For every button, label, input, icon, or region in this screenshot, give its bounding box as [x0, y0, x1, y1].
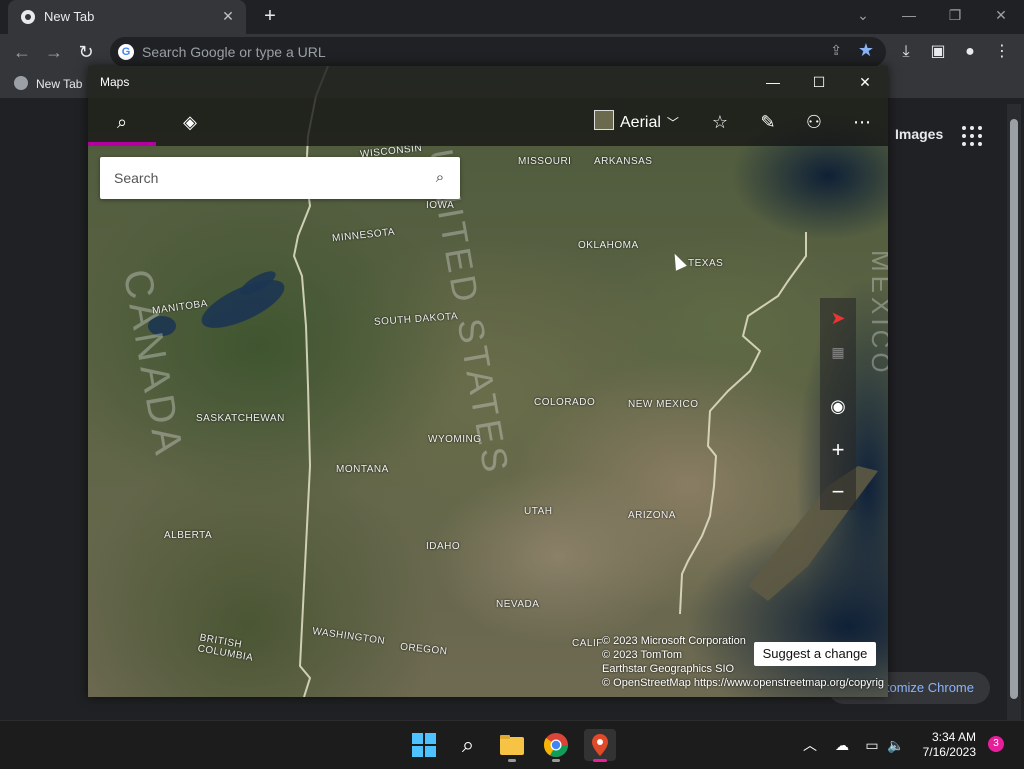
- maps-icon: [592, 734, 608, 756]
- running-indicator: [508, 759, 516, 762]
- zoom-in-icon[interactable]: +: [820, 432, 856, 468]
- suggest-change-button[interactable]: Suggest a change: [754, 642, 876, 666]
- region-label: ARKANSAS: [594, 156, 653, 167]
- map-style-label: Aerial: [620, 114, 661, 131]
- region-label: NEW MEXICO: [628, 399, 699, 410]
- copyright-line: © OpenStreetMap https://www.openstreetma…: [602, 677, 885, 689]
- tab-search-icon[interactable]: ⌄: [848, 4, 878, 26]
- start-button[interactable]: [408, 729, 440, 761]
- zoom-out-icon[interactable]: −: [820, 474, 856, 510]
- close-icon[interactable]: ✕: [850, 72, 880, 92]
- clock-date: 7/16/2023: [922, 745, 976, 759]
- region-label: WYOMING: [428, 434, 482, 445]
- folder-icon: [500, 735, 524, 755]
- sidepanel-icon[interactable]: ▣: [926, 40, 950, 64]
- region-label: UTAH: [524, 506, 553, 517]
- region-label: IOWA: [426, 200, 455, 211]
- plus-icon[interactable]: +: [258, 5, 282, 29]
- star-icon[interactable]: ★: [858, 40, 874, 61]
- forward-icon[interactable]: →: [42, 40, 66, 64]
- more-icon[interactable]: ⋯: [850, 110, 874, 134]
- ink-icon[interactable]: ✎: [756, 110, 780, 134]
- apps-icon[interactable]: [962, 126, 982, 146]
- map-controls: ➤ ▦ ◉ + −: [820, 298, 856, 510]
- close-window-button[interactable]: ✕: [986, 4, 1016, 26]
- region-label: MISSOURI: [518, 156, 572, 167]
- country-label: MEXICO: [866, 250, 888, 377]
- chrome-icon: [543, 733, 568, 758]
- chevron-down-icon: ﹀: [666, 116, 679, 130]
- search-icon[interactable]: ⌕: [452, 729, 484, 761]
- search-icon[interactable]: ⌕: [110, 110, 134, 134]
- profile-icon[interactable]: ●: [958, 40, 982, 64]
- windows-icon: [412, 733, 436, 757]
- maps-title-bar: Maps — ☐ ✕: [88, 66, 888, 98]
- region-label: COLORADO: [534, 397, 596, 408]
- minimize-button[interactable]: —: [758, 72, 788, 92]
- running-indicator: [552, 759, 560, 762]
- images-link[interactable]: Images: [895, 126, 943, 142]
- tab-title: New Tab: [44, 9, 95, 24]
- volume-icon[interactable]: 🔈: [886, 735, 906, 755]
- directions-icon[interactable]: ◈: [178, 110, 202, 134]
- active-tab-indicator: [88, 142, 156, 146]
- region-label: SASKATCHEWAN: [196, 413, 285, 424]
- omnibox-placeholder: Search Google or type a URL: [142, 44, 326, 60]
- clock[interactable]: 3:34 AM 7/16/2023: [916, 730, 976, 760]
- share-icon[interactable]: ⇪: [830, 42, 842, 59]
- region-label: CALIF: [572, 638, 603, 649]
- map-style-dropdown[interactable]: Aerial ﹀: [594, 110, 679, 134]
- tab-strip: New Tab ✕ + ⌄ — ❐ ✕: [0, 0, 1024, 34]
- close-icon[interactable]: ✕: [218, 6, 238, 26]
- onedrive-icon[interactable]: ☁: [832, 735, 852, 755]
- active-indicator: [593, 759, 607, 762]
- region-label: MONTANA: [336, 464, 389, 475]
- chrome-icon: [21, 10, 35, 24]
- account-icon[interactable]: ⚇: [802, 110, 826, 134]
- chevron-up-icon[interactable]: ︿: [800, 735, 820, 755]
- region-label: NEVADA: [496, 599, 540, 610]
- bookmark-label: New Tab: [36, 77, 83, 91]
- menu-icon[interactable]: ⋮: [990, 40, 1014, 64]
- address-bar[interactable]: Search Google or type a URL ⇪ ★: [110, 37, 886, 67]
- search-icon[interactable]: ⌕: [430, 168, 450, 188]
- region-label: TEXAS: [688, 258, 724, 269]
- compass-icon[interactable]: ➤: [820, 300, 856, 336]
- scrollbar-thumb[interactable]: [1010, 119, 1018, 699]
- network-icon[interactable]: ▭: [862, 735, 882, 755]
- reload-icon[interactable]: ↻: [74, 40, 98, 64]
- maps-taskbar-button[interactable]: [584, 729, 616, 762]
- region-label: ARIZONA: [628, 510, 676, 521]
- globe-icon: [14, 76, 28, 90]
- aerial-thumbnail: [594, 110, 614, 130]
- minimize-button[interactable]: —: [894, 4, 924, 26]
- map-search-box: ⌕: [100, 157, 460, 199]
- search-input[interactable]: [112, 167, 416, 189]
- taskbar: ⌕ ︿ ☁ ▭ 🔈 3:34 AM 7/16/2023 3: [0, 720, 1024, 769]
- browser-tab[interactable]: New Tab ✕: [8, 0, 246, 34]
- maps-window: CANADA UNITED STATES MEXICO WISCONSIN MI…: [88, 66, 888, 697]
- notification-badge[interactable]: 3: [988, 736, 1004, 752]
- bookmark-item[interactable]: New Tab: [14, 76, 82, 91]
- maximize-button[interactable]: ☐: [804, 72, 834, 92]
- maps-command-bar: ⌕ ◈ Aerial ﹀ ☆ ✎ ⚇ ⋯: [88, 98, 888, 146]
- download-icon[interactable]: ⤓: [894, 40, 918, 64]
- page-scrollbar[interactable]: [1007, 104, 1021, 720]
- clock-time: 3:34 AM: [931, 730, 976, 744]
- tilt-icon[interactable]: ▦: [820, 334, 856, 370]
- app-title: Maps: [100, 75, 130, 89]
- restore-button[interactable]: ❐: [940, 4, 970, 26]
- chrome-taskbar-button[interactable]: [540, 729, 572, 762]
- google-icon: [118, 44, 134, 60]
- back-icon[interactable]: ←: [10, 40, 34, 64]
- browser-toolbar: ← → ↻ Search Google or type a URL ⇪ ★ ⤓ …: [0, 34, 1024, 70]
- favorites-icon[interactable]: ☆: [708, 110, 732, 134]
- region-label: ALBERTA: [164, 530, 213, 541]
- locate-icon[interactable]: ◉: [820, 388, 856, 424]
- region-label: IDAHO: [426, 541, 461, 552]
- region-label: OKLAHOMA: [578, 240, 639, 251]
- file-explorer-button[interactable]: [496, 729, 528, 762]
